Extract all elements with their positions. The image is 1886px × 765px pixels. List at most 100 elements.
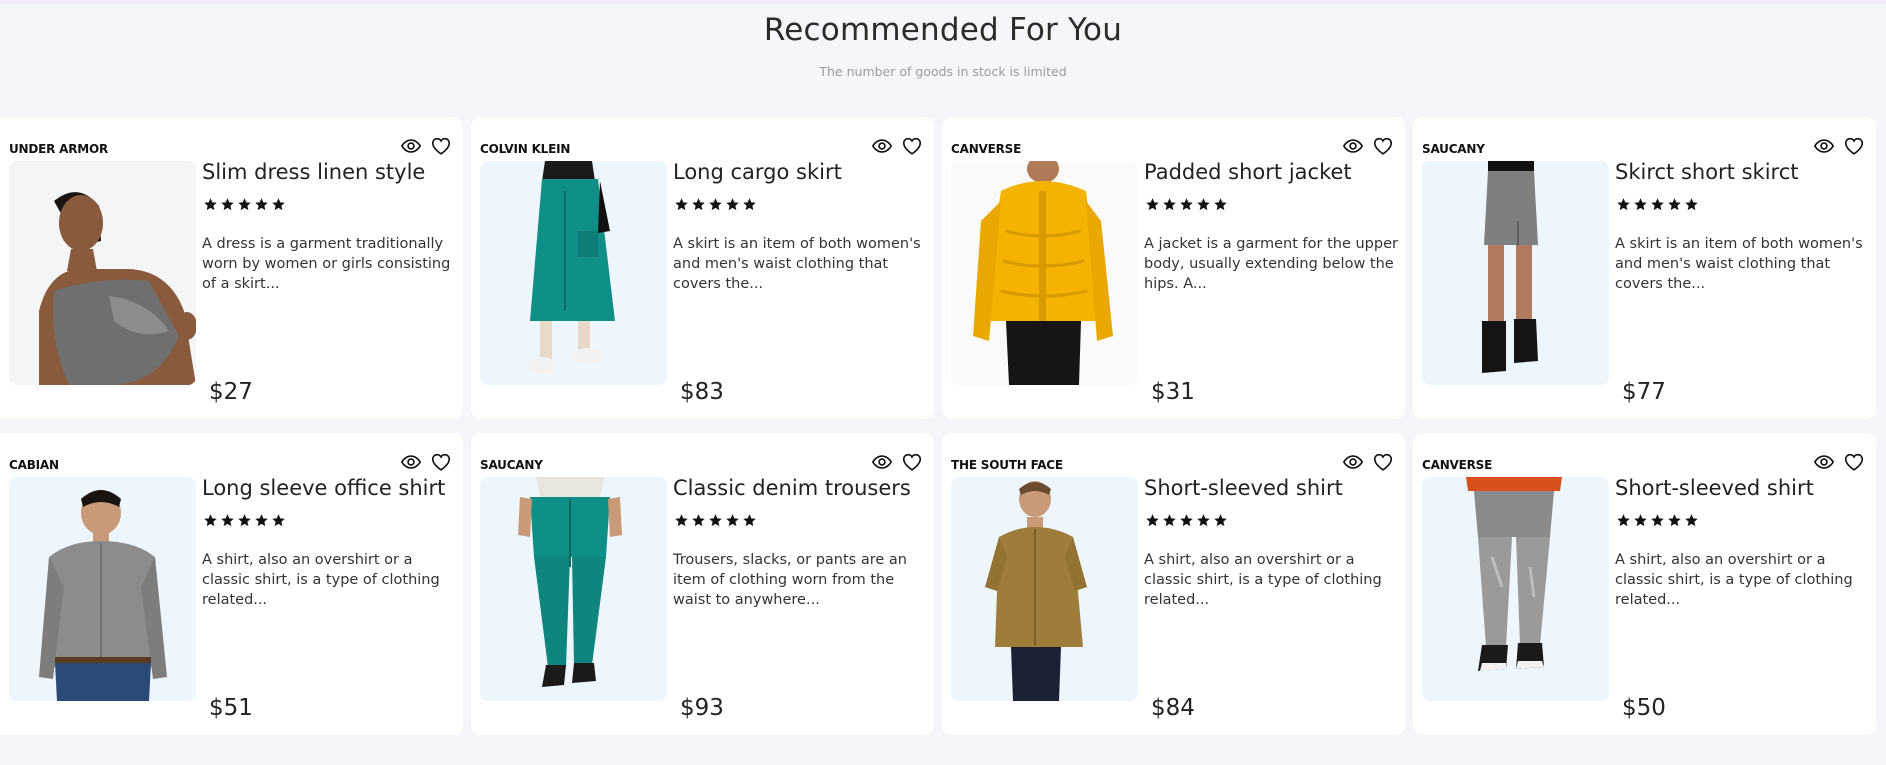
product-price: $27 (209, 379, 253, 405)
star-icon (272, 514, 285, 527)
star-icon (1163, 198, 1176, 211)
product-name[interactable]: Classic denim trousers (673, 476, 928, 500)
product-image[interactable] (1422, 161, 1609, 385)
section-title: Recommended For You (763, 12, 1123, 48)
product-image[interactable] (9, 161, 196, 385)
star-icon (1685, 514, 1698, 527)
product-image[interactable] (1422, 477, 1609, 701)
product-price: $77 (1622, 379, 1666, 405)
star-icon (272, 198, 285, 211)
product-brand: SAUCANY (480, 458, 543, 472)
star-icon (709, 198, 722, 211)
product-name[interactable]: Padded short jacket (1144, 160, 1399, 184)
star-icon (1668, 514, 1681, 527)
product-card[interactable]: COLVIN KLEIN Long cargo skirt A skirt is… (471, 117, 934, 419)
star-icon (1617, 514, 1630, 527)
product-card[interactable]: CANVERSE Padded short jacket A jacket is… (942, 117, 1405, 419)
product-image[interactable] (480, 161, 667, 385)
card-actions (870, 134, 924, 158)
star-icon (1180, 514, 1193, 527)
rating-stars (1145, 197, 1228, 212)
product-brand: CANVERSE (1422, 458, 1493, 472)
heart-outline-icon[interactable] (900, 134, 924, 158)
star-icon (1214, 198, 1227, 211)
product-brand: CANVERSE (951, 142, 1022, 156)
rating-stars (674, 513, 757, 528)
heart-outline-icon[interactable] (1842, 134, 1866, 158)
top-accent-strip (0, 0, 1886, 4)
product-name[interactable]: Long cargo skirt (673, 160, 928, 184)
eye-icon[interactable] (1341, 450, 1365, 474)
star-icon (1163, 514, 1176, 527)
eye-icon[interactable] (399, 134, 423, 158)
star-icon (709, 514, 722, 527)
star-icon (743, 514, 756, 527)
star-icon (1651, 514, 1664, 527)
product-description: A shirt, also an overshirt or a classic … (1144, 552, 1382, 608)
section-subtitle: The number of goods in stock is limited (819, 64, 1067, 79)
product-card[interactable]: SAUCANY Classic denim trousers Trousers,… (471, 433, 934, 735)
rating-stars (1616, 197, 1699, 212)
star-icon (1634, 514, 1647, 527)
product-card[interactable]: CANVERSE Short-sleeved shirt A shirt, al… (1413, 433, 1876, 735)
product-name[interactable]: Short-sleeved shirt (1615, 476, 1870, 500)
product-image[interactable] (9, 477, 196, 701)
star-icon (1651, 198, 1664, 211)
product-description: A skirt is an item of both women's and m… (1615, 236, 1863, 292)
star-icon (204, 514, 217, 527)
product-name[interactable]: Skirct short skirct (1615, 160, 1870, 184)
star-icon (1685, 198, 1698, 211)
card-actions (399, 134, 453, 158)
rating-stars (203, 513, 286, 528)
product-description: A dress is a garment traditionally worn … (202, 236, 451, 292)
product-name[interactable]: Slim dress linen style (202, 160, 457, 184)
product-description: A jacket is a garment for the upper body… (1144, 236, 1398, 292)
eye-icon[interactable] (870, 134, 894, 158)
product-image[interactable] (951, 161, 1138, 385)
star-icon (1146, 198, 1159, 211)
product-brand: CABIAN (9, 458, 59, 472)
product-price: $84 (1151, 695, 1195, 721)
star-icon (238, 198, 251, 211)
eye-icon[interactable] (1812, 134, 1836, 158)
heart-outline-icon[interactable] (1371, 134, 1395, 158)
product-price: $83 (680, 379, 724, 405)
star-icon (255, 514, 268, 527)
star-icon (204, 198, 217, 211)
card-actions (1812, 134, 1866, 158)
heart-outline-icon[interactable] (1371, 450, 1395, 474)
product-price: $51 (209, 695, 253, 721)
product-card[interactable]: CABIAN Long sleeve office shirt A shirt,… (0, 433, 463, 735)
star-icon (221, 514, 234, 527)
product-price: $93 (680, 695, 724, 721)
star-icon (1668, 198, 1681, 211)
rating-stars (674, 197, 757, 212)
product-card[interactable]: SAUCANY Skirct short skirct A skirt is a… (1413, 117, 1876, 419)
star-icon (1634, 198, 1647, 211)
product-description: Trousers, slacks, or pants are an item o… (673, 552, 907, 608)
product-price: $31 (1151, 379, 1195, 405)
star-icon (1197, 514, 1210, 527)
heart-outline-icon[interactable] (1842, 450, 1866, 474)
eye-icon[interactable] (399, 450, 423, 474)
heart-outline-icon[interactable] (429, 450, 453, 474)
product-image[interactable] (480, 477, 667, 701)
card-actions (1341, 450, 1395, 474)
product-card[interactable]: UNDER ARMOR Slim dress linen style A dre… (0, 117, 463, 419)
card-actions (1812, 450, 1866, 474)
heart-outline-icon[interactable] (900, 450, 924, 474)
heart-outline-icon[interactable] (429, 134, 453, 158)
eye-icon[interactable] (870, 450, 894, 474)
product-card[interactable]: THE SOUTH FACE Short-sleeved shirt A shi… (942, 433, 1405, 735)
product-name[interactable]: Long sleeve office shirt (202, 476, 457, 500)
product-price: $50 (1622, 695, 1666, 721)
star-icon (1180, 198, 1193, 211)
product-brand: THE SOUTH FACE (951, 458, 1063, 472)
star-icon (692, 514, 705, 527)
product-description: A skirt is an item of both women's and m… (673, 236, 921, 292)
product-image[interactable] (951, 477, 1138, 701)
eye-icon[interactable] (1812, 450, 1836, 474)
product-brand: SAUCANY (1422, 142, 1485, 156)
product-name[interactable]: Short-sleeved shirt (1144, 476, 1399, 500)
eye-icon[interactable] (1341, 134, 1365, 158)
